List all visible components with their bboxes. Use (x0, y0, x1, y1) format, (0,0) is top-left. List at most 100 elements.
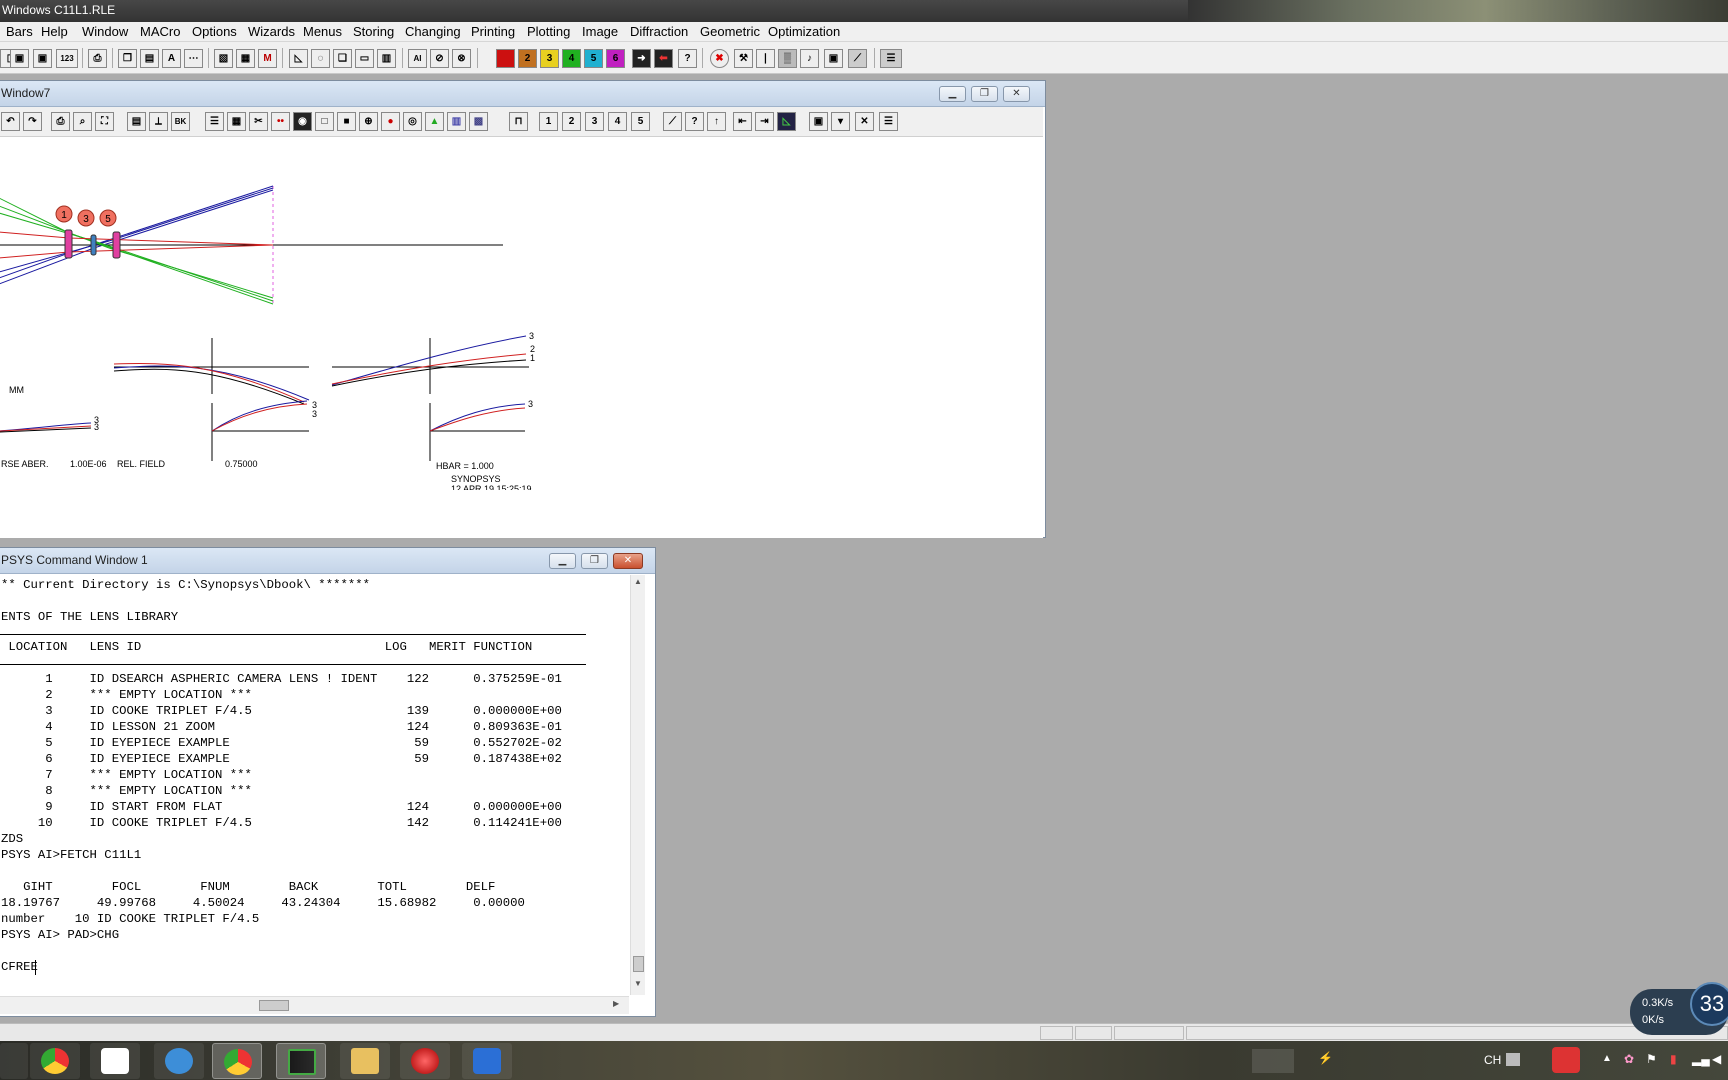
show-hidden-icons[interactable]: ▲ (1602, 1053, 1612, 1064)
horizontal-scrollbar[interactable]: ▶ (0, 996, 629, 1014)
thermometer-icon[interactable]: ❘ (756, 49, 775, 68)
ai-icon[interactable]: AI (408, 49, 427, 68)
menu-options[interactable]: Options (192, 24, 237, 39)
color-button-2[interactable]: 2 (518, 49, 537, 68)
disabled-icon[interactable]: ▒ (778, 49, 797, 68)
grid-table-icon[interactable]: ▦ (227, 112, 246, 131)
color-button-5[interactable]: 5 (584, 49, 603, 68)
zoom-tab-5[interactable]: 5 (631, 112, 650, 131)
bars-icon[interactable]: ▥ (447, 112, 466, 131)
black-square-icon[interactable]: ■ (337, 112, 356, 131)
refresh-icon[interactable]: ◌ (311, 49, 330, 68)
app-taskbar-button[interactable] (90, 1043, 140, 1079)
hscroll-thumb[interactable] (259, 1000, 289, 1011)
tray-app-icon[interactable] (1552, 1047, 1580, 1073)
zoom-tab-2[interactable]: 2 (562, 112, 581, 131)
menu-optimization[interactable]: Optimization (768, 24, 840, 39)
lens-icon[interactable]: ▧ (214, 49, 233, 68)
panel-icon[interactable]: ▥ (377, 49, 396, 68)
zoom-tab-1[interactable]: 1 (539, 112, 558, 131)
grid-icon[interactable]: ⋯ (184, 49, 203, 68)
save-as-icon[interactable]: ▣ (33, 49, 52, 68)
signal-widget[interactable] (1252, 1049, 1294, 1073)
windows-icon[interactable]: ❏ (333, 49, 352, 68)
sound-icon[interactable]: ♪ (800, 49, 819, 68)
arrow-left-icon[interactable]: ⬅ (654, 49, 673, 68)
save-icon[interactable]: ▣ (10, 49, 29, 68)
paste-icon[interactable]: ▤ (140, 49, 159, 68)
fit-icon[interactable]: ⛶ (95, 112, 114, 131)
stop-icon[interactable]: ✖ (710, 49, 729, 68)
graphics-window-titlebar[interactable]: Window7 ▁ ❐ ✕ (0, 81, 1045, 107)
plot-icon[interactable]: ◺ (777, 112, 796, 131)
minimize-button[interactable]: ▁ (939, 86, 966, 102)
folder-icon[interactable]: ▭ (355, 49, 374, 68)
spot-icon[interactable]: ◉ (293, 112, 312, 131)
numbers-button[interactable]: 123 (56, 49, 78, 68)
color-button-4[interactable]: 4 (562, 49, 581, 68)
print-icon[interactable]: ⎙ (51, 112, 70, 131)
color-button-3[interactable]: 3 (540, 49, 559, 68)
menu-printing[interactable]: Printing (471, 24, 515, 39)
menu-image[interactable]: Image (582, 24, 618, 39)
no-icon[interactable]: ⊘ (430, 49, 449, 68)
up-arrow-icon[interactable]: ↑ (707, 112, 726, 131)
command-input-line[interactable]: CFREE (1, 960, 38, 974)
menu-changing[interactable]: Changing (405, 24, 461, 39)
rows-icon[interactable]: ☰ (205, 112, 224, 131)
color-button-6[interactable]: 6 (606, 49, 625, 68)
tray-icon[interactable]: ✿ (1624, 1052, 1634, 1066)
help-icon[interactable]: ? (685, 112, 704, 131)
red-app-taskbar-button[interactable] (400, 1043, 450, 1079)
graph-disabled-icon[interactable]: ⟋ (848, 49, 867, 68)
flag-icon[interactable]: ⚑ (1646, 1052, 1657, 1066)
chrome-taskbar-button[interactable] (30, 1043, 80, 1079)
wps-taskbar-button[interactable] (462, 1043, 512, 1079)
tray-icon[interactable]: ⚡ (1318, 1051, 1333, 1065)
chrome-taskbar-button-2[interactable] (212, 1043, 262, 1079)
color-button-1[interactable] (496, 49, 515, 68)
font-icon[interactable]: A (162, 49, 181, 68)
scroll-right-icon[interactable]: ▶ (613, 999, 619, 1008)
menu-wizards[interactable]: Wizards (248, 24, 295, 39)
menu-diffraction[interactable]: Diffraction (630, 24, 688, 39)
copy-icon[interactable]: ❐ (118, 49, 137, 68)
zoom-icon[interactable]: ⌕ (73, 112, 92, 131)
link-icon[interactable]: ⊗ (452, 49, 471, 68)
print-icon[interactable]: ⎙ (88, 49, 107, 68)
menu-storing[interactable]: Storing (353, 24, 394, 39)
tray-icon[interactable]: ▮ (1670, 1052, 1677, 1066)
menu-geometric[interactable]: Geometric (700, 24, 760, 39)
dots-icon[interactable]: •• (271, 112, 290, 131)
scroll-up-icon[interactable]: ▲ (634, 577, 642, 586)
language-indicator[interactable]: CH (1484, 1053, 1501, 1067)
menu-lines-icon[interactable]: ☰ (880, 49, 902, 68)
ie-taskbar-button[interactable] (154, 1043, 204, 1079)
table-icon[interactable]: ▤ (127, 112, 146, 131)
scissors-icon[interactable]: ✂ (249, 112, 268, 131)
scroll-thumb[interactable] (633, 956, 644, 972)
slope-icon[interactable]: ⟋ (663, 112, 682, 131)
menu-window[interactable]: Window (82, 24, 128, 39)
close-button[interactable]: ✕ (1003, 86, 1030, 102)
help-icon[interactable]: ? (678, 49, 697, 68)
list-icon[interactable]: ☰ (879, 112, 898, 131)
chart-icon[interactable]: ◺ (289, 49, 308, 68)
close-button[interactable]: ✕ (613, 553, 643, 569)
command-output[interactable]: ** Current Directory is C:\Synopsys\Dboo… (0, 574, 629, 996)
crosshair-icon[interactable]: ⊕ (359, 112, 378, 131)
arrow-right-icon[interactable]: ➜ (632, 49, 651, 68)
frame-icon[interactable]: ▣ (809, 112, 828, 131)
signal-icon[interactable]: ▂▄ (1692, 1052, 1710, 1066)
mtf-icon[interactable]: ▲ (425, 112, 444, 131)
red-dot-icon[interactable]: ● (381, 112, 400, 131)
maximize-button[interactable]: ❐ (971, 86, 998, 102)
target-icon[interactable]: ◎ (403, 112, 422, 131)
explorer-taskbar-button[interactable] (340, 1043, 390, 1079)
macro-icon[interactable]: M (258, 49, 277, 68)
hatch-icon[interactable]: ▩ (469, 112, 488, 131)
ray-icon[interactable]: ⟂ (149, 112, 168, 131)
menu-bars[interactable]: Bars (6, 24, 33, 39)
taskbar-partial-item[interactable] (0, 1043, 28, 1079)
minimize-button[interactable]: ▁ (549, 553, 576, 569)
